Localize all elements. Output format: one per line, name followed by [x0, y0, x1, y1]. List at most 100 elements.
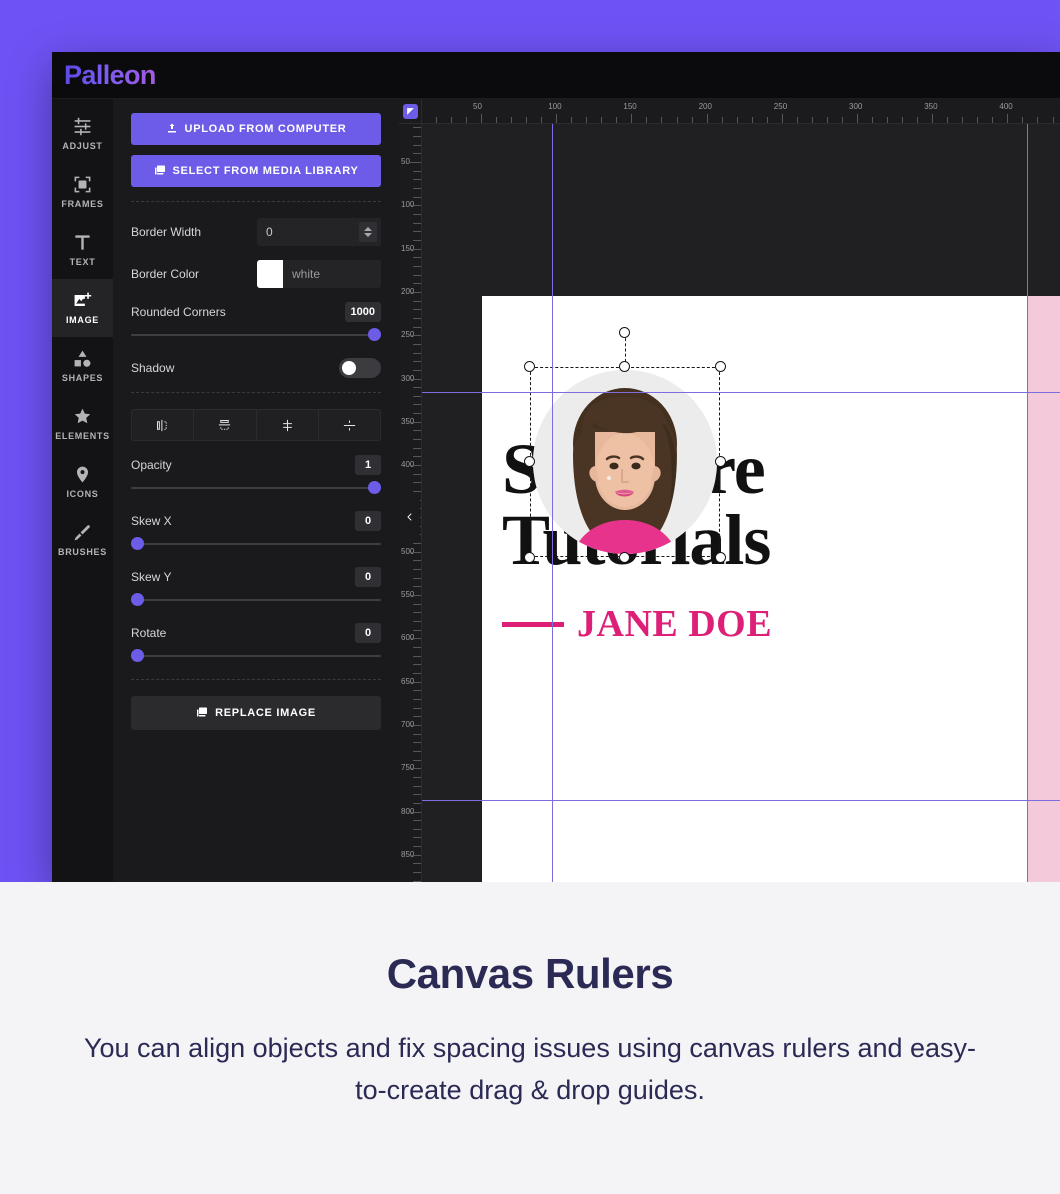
ruler-h-tick	[571, 117, 573, 123]
skew-y-slider[interactable]	[131, 593, 381, 607]
ruler-h-tick	[1022, 117, 1024, 123]
rail-item-icons[interactable]: ICONS	[52, 453, 113, 511]
ruler-h-label: 300	[849, 102, 863, 111]
ruler-v-tick	[413, 343, 421, 345]
canvas-viewport[interactable]: Skincare Tutorials JANE DOE	[422, 124, 1060, 882]
rail-item-brushes[interactable]: BRUSHES	[52, 511, 113, 569]
rail-item-image[interactable]: IMAGE	[52, 279, 113, 337]
ruler-v-tick	[413, 577, 421, 579]
opacity-knob[interactable]	[368, 481, 381, 494]
rail-item-adjust[interactable]: ADJUST	[52, 105, 113, 163]
ruler-v-tick	[413, 257, 421, 259]
rotate-handle[interactable]	[619, 327, 630, 338]
rail-label-shapes: SHAPES	[61, 373, 104, 383]
rounded-corners-knob[interactable]	[368, 328, 381, 341]
border-width-stepper[interactable]	[359, 222, 377, 242]
guide-vertical-1[interactable]	[552, 124, 553, 882]
rail-item-text[interactable]: TEXT	[52, 221, 113, 279]
upload-button-label: UPLOAD FROM COMPUTER	[184, 123, 347, 135]
ruler-v-tick	[413, 698, 421, 700]
skew-y-label: Skew Y	[131, 570, 172, 584]
guide-vertical-2[interactable]	[1027, 124, 1028, 882]
handle-bottom-left[interactable]	[524, 552, 535, 563]
ruler-v-tick	[410, 681, 421, 683]
replace-image-button[interactable]: REPLACE IMAGE	[131, 696, 381, 730]
ruler-h-tick	[556, 114, 558, 123]
rotate-row: Rotate 0	[131, 623, 381, 643]
ruler-v-tick	[413, 733, 421, 735]
ruler-v-tick	[413, 802, 421, 804]
ruler-h-tick	[751, 117, 753, 123]
rail-item-elements[interactable]: ELEMENTS	[52, 395, 113, 453]
selected-image-object[interactable]	[524, 327, 726, 563]
divider-middle	[131, 392, 381, 393]
poster-accent-panel[interactable]	[1027, 296, 1060, 882]
rotate-label: Rotate	[131, 626, 167, 640]
ruler-v-tick	[413, 846, 421, 848]
handle-bottom-right[interactable]	[715, 552, 726, 563]
chevron-left-icon	[406, 513, 412, 521]
ruler-v-tick	[413, 144, 421, 146]
horizontal-ruler[interactable]: 5010015020025030035040045050055060065070…	[422, 99, 1060, 124]
poster-byline[interactable]: JANE DOE	[502, 602, 772, 646]
sliders-icon	[73, 117, 92, 136]
selection-bounding-box	[530, 367, 720, 557]
handle-top-center[interactable]	[619, 361, 630, 372]
rotate-track	[131, 655, 381, 657]
flip-vertical-button[interactable]	[194, 410, 257, 440]
border-color-swatch[interactable]	[257, 260, 283, 288]
flip-horizontal-button[interactable]	[132, 410, 195, 440]
handle-bottom-center[interactable]	[619, 552, 630, 563]
handle-middle-right[interactable]	[715, 456, 726, 467]
replace-image-icon	[196, 706, 208, 721]
ruler-h-tick	[691, 117, 693, 123]
handle-middle-left[interactable]	[524, 456, 535, 467]
skew-x-knob[interactable]	[131, 537, 144, 550]
shadow-toggle[interactable]	[339, 358, 381, 378]
shapes-icon	[73, 349, 92, 368]
handle-top-right[interactable]	[715, 361, 726, 372]
upload-from-computer-button[interactable]: UPLOAD FROM COMPUTER	[131, 113, 381, 145]
rail-item-shapes[interactable]: SHAPES	[52, 337, 113, 395]
ruler-h-tick	[917, 117, 919, 123]
rail-item-frames[interactable]: FRAMES	[52, 163, 113, 221]
ruler-v-tick	[413, 352, 421, 354]
guide-horizontal-2[interactable]	[422, 800, 1060, 801]
rotate-slider[interactable]	[131, 649, 381, 663]
select-from-media-library-button[interactable]: SELECT FROM MEDIA LIBRARY	[131, 155, 381, 187]
ruler-v-tick	[410, 768, 421, 770]
ruler-v-tick	[413, 395, 421, 397]
border-color-input[interactable]: white	[257, 260, 381, 288]
ruler-v-tick	[413, 794, 421, 796]
caption-panel: Canvas Rulers You can align objects and …	[0, 882, 1060, 1194]
collapse-panel-button[interactable]	[399, 492, 420, 542]
ruler-h-tick	[902, 117, 904, 123]
rail-label-icons: ICONS	[66, 489, 99, 499]
ruler-h-tick	[977, 117, 979, 123]
skew-y-knob[interactable]	[131, 593, 144, 606]
rotate-value: 0	[355, 623, 381, 643]
ruler-h-label: 400	[999, 102, 1013, 111]
rail-label-elements: ELEMENTS	[55, 431, 110, 441]
guide-horizontal-1[interactable]	[422, 392, 1060, 393]
ruler-origin-button[interactable]	[399, 99, 422, 124]
align-center-horizontal-button[interactable]	[257, 410, 319, 440]
ruler-v-tick	[413, 759, 421, 761]
border-width-label: Border Width	[131, 225, 202, 239]
skew-x-slider[interactable]	[131, 537, 381, 551]
ruler-h-tick	[450, 117, 452, 123]
rotate-knob[interactable]	[131, 649, 144, 662]
ruler-h-label: 350	[924, 102, 938, 111]
border-color-row: Border Color white	[131, 260, 381, 288]
handle-top-left[interactable]	[524, 361, 535, 372]
byline-name: JANE DOE	[577, 603, 773, 645]
ruler-v-tick	[413, 560, 421, 562]
canvas-area[interactable]: 5010015020025030035040045050055060065070…	[399, 99, 1060, 882]
rail-label-adjust: ADJUST	[62, 141, 103, 151]
align-center-vertical-button[interactable]	[319, 410, 380, 440]
ruler-v-tick	[413, 326, 421, 328]
opacity-slider[interactable]	[131, 481, 381, 495]
border-width-input[interactable]: 0	[257, 218, 381, 246]
rounded-corners-slider[interactable]	[131, 328, 381, 342]
ruler-h-tick	[616, 117, 618, 123]
